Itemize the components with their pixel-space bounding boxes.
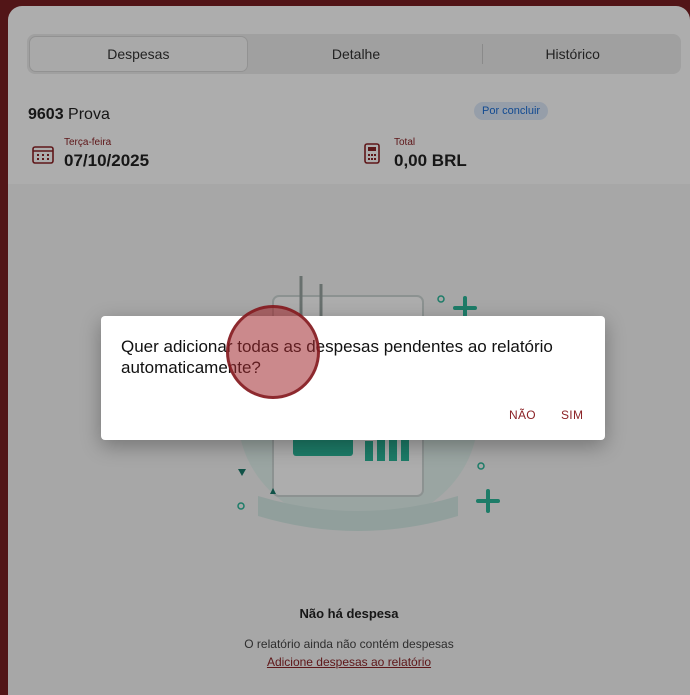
dialog-message: Quer adicionar todas as despesas pendent…: [121, 337, 553, 377]
confirm-dialog: Quer adicionar todas as despesas pendent…: [101, 316, 605, 440]
touch-indicator: [226, 305, 320, 399]
yes-button[interactable]: SIM: [561, 408, 583, 422]
no-button[interactable]: NÃO: [509, 408, 536, 422]
